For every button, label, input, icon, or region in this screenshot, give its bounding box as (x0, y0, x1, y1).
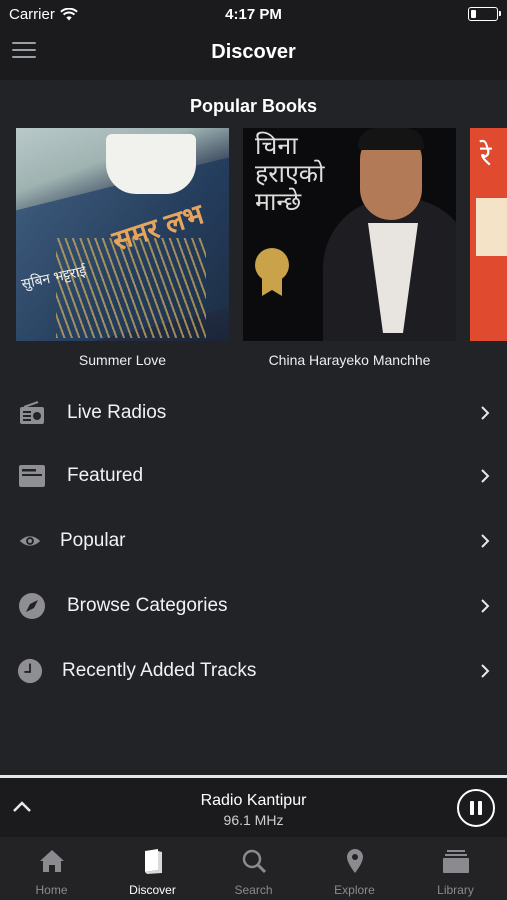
featured-icon (19, 465, 45, 487)
eye-icon (19, 536, 41, 546)
tab-label: Home (35, 883, 68, 897)
radio-icon (20, 401, 44, 424)
cover-art (106, 134, 196, 194)
now-playing-station: Radio Kantipur (200, 792, 307, 809)
book-cover[interactable]: चिना हराएको मान्छे (243, 128, 456, 341)
menu-item-popular[interactable]: Popular (0, 509, 507, 573)
chevron-right-icon (481, 469, 490, 483)
pause-icon (478, 801, 482, 815)
battery-icon (468, 7, 501, 21)
home-icon (39, 850, 64, 872)
book-icon (144, 849, 162, 874)
award-seal (262, 276, 282, 296)
menu-item-label: Recently Added Tracks (62, 660, 257, 681)
book-card[interactable]: चिना हराएको मान्छे China Harayeko Manchhe (243, 128, 456, 368)
mini-player[interactable]: Radio Kantipur 96.1 MHz (0, 775, 507, 837)
clock-icon (17, 658, 43, 684)
chevron-right-icon (481, 534, 490, 548)
now-playing-frequency: 96.1 MHz (223, 812, 284, 828)
book-card[interactable]: रे (470, 128, 507, 352)
status-bar: Carrier 4:17 PM (0, 0, 507, 28)
tab-home[interactable]: Home (1, 837, 102, 900)
tab-label: Explore (334, 883, 375, 897)
tab-explore[interactable]: Explore (304, 837, 405, 900)
cover-art (358, 128, 424, 150)
book-title: China Harayeko Manchhe (268, 352, 431, 368)
menu-item-featured[interactable]: Featured (0, 444, 507, 508)
tab-label: Discover (129, 883, 176, 897)
book-cover[interactable]: समर लभ सुबिन भट्टराई (16, 128, 229, 341)
chevron-right-icon (481, 664, 490, 678)
compass-icon (19, 593, 45, 619)
battery-level (471, 10, 476, 18)
tab-discover[interactable]: Discover (102, 837, 203, 900)
tab-label: Search (234, 883, 273, 897)
menu-item-label: Popular (60, 530, 126, 551)
location-pin-icon (346, 849, 363, 873)
section-title: Popular Books (189, 96, 318, 116)
tab-bar: Home Discover Search Explore Library (0, 837, 507, 900)
menu-item-live-radios[interactable]: Live Radios (0, 381, 507, 445)
menu-item-label: Featured (67, 465, 144, 486)
menu-item-label: Browse Categories (67, 595, 228, 616)
top-bar: Carrier 4:17 PM Discover (0, 0, 507, 80)
status-time: 4:17 PM (225, 6, 282, 23)
tab-label: Library (437, 883, 474, 897)
book-card[interactable]: समर लभ सुबिन भट्टराई Summer Love (16, 128, 229, 368)
tab-library[interactable]: Library (405, 837, 506, 900)
popular-books-carousel[interactable]: समर लभ सुबिन भट्टराई Summer Love चिना हरा… (16, 128, 507, 378)
discover-content: Popular Books समर लभ सुबिन भट्टराई Summe… (0, 80, 507, 775)
menu-item-recently-added-tracks[interactable]: Recently Added Tracks (0, 639, 507, 703)
library-icon (442, 850, 469, 873)
cover-art (476, 198, 507, 256)
chevron-right-icon (481, 406, 490, 420)
book-cover[interactable]: रे (470, 128, 507, 341)
pause-button[interactable] (457, 789, 495, 827)
pause-icon (470, 801, 474, 815)
book-title: Summer Love (78, 352, 167, 368)
cover-art-lettering: रे (480, 140, 492, 171)
cover-art-lettering: चिना हराएको मान्छे (255, 131, 325, 216)
page-title: Discover (211, 41, 296, 63)
chevron-right-icon (481, 599, 490, 613)
menu-item-browse-categories[interactable]: Browse Categories (0, 574, 507, 638)
search-icon (242, 849, 266, 874)
tab-search[interactable]: Search (203, 837, 304, 900)
menu-item-label: Live Radios (67, 402, 167, 423)
